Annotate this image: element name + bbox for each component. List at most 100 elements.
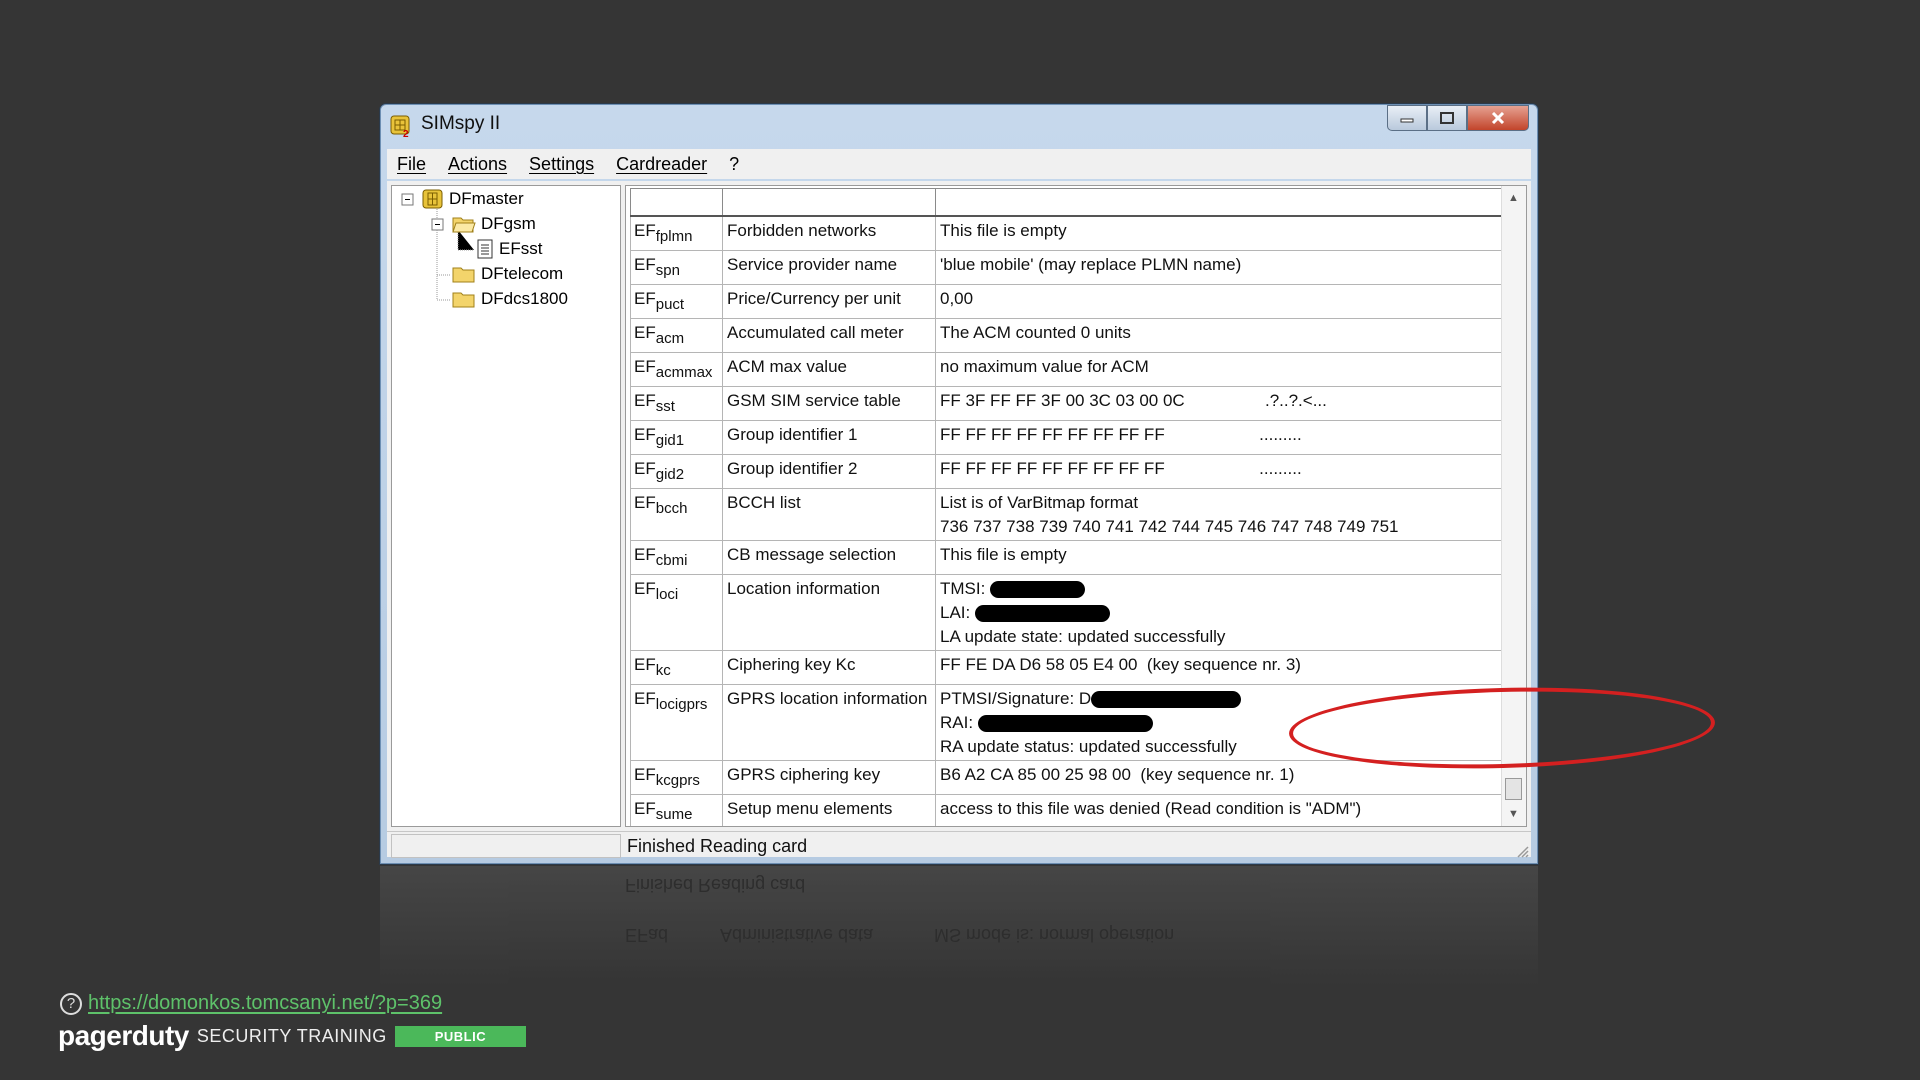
ef-name-cell: Ciphering key Kc	[722, 649, 936, 685]
table-row[interactable]: EFgid2 Group identifier 2 FF FF FF FF FF F…	[630, 453, 1502, 489]
ef-id-cell: EFlocigprs	[630, 683, 723, 761]
ef-name-cell: GPRS ciphering key	[722, 759, 936, 795]
value-line: 736 737 738 739 740 741 742 744 745 746 …	[940, 516, 1399, 536]
redaction-mark	[990, 580, 1086, 598]
chip-icon	[422, 189, 443, 209]
window-reflection: Finished Reading card EFad Administrativ…	[380, 866, 1538, 986]
reflection-row-name: Administrative data	[720, 925, 874, 945]
file-tree: DFmaster DFgsm EFsst DFtelecom DFdcs1800	[391, 185, 621, 827]
value-line: FF 3F FF FF 3F 00 3C 03 00 0C .?..?.<...	[940, 390, 1327, 410]
ef-id-cell: EFkc	[630, 649, 723, 685]
value-line: 0,00	[940, 288, 974, 308]
table-row[interactable]: EFkc Ciphering key Kc FF FE DA D6 58 05 E4…	[630, 649, 1502, 685]
svg-text:2: 2	[403, 129, 409, 138]
source-url-link[interactable]: https://domonkos.tomcsanyi.net/?p=369	[88, 992, 442, 1015]
value-line: 'blue mobile' (may replace PLMN name)	[940, 254, 1242, 274]
ef-id-cell: EFspn	[630, 249, 723, 285]
tree-node-efsst[interactable]: EFsst	[476, 239, 542, 259]
minimize-icon	[1400, 118, 1414, 123]
ef-id-cell: EFacm	[630, 317, 723, 353]
ef-name-cell: GPRS location information	[722, 683, 936, 761]
tree-node-dfmaster[interactable]: DFmaster	[422, 189, 524, 209]
ef-value-cell: FF FF FF FF FF FF FF FF FF .........	[935, 453, 1502, 489]
folder-icon	[452, 267, 475, 283]
close-icon	[1491, 112, 1505, 124]
table-row[interactable]: EFcbmi CB message selection This file is e…	[630, 539, 1502, 575]
table-header	[630, 188, 1502, 217]
value-line: FF FF FF FF FF FF FF FF FF .........	[940, 424, 1302, 444]
ef-id-cell: EFbcch	[630, 487, 723, 541]
table-row[interactable]: EFacm Accumulated call meter The ACM count…	[630, 317, 1502, 353]
status-bar: Finished Reading card	[387, 831, 1531, 860]
column-header-ef[interactable]	[630, 188, 723, 217]
resize-grip-icon[interactable]	[1515, 844, 1529, 858]
menu-cardreader[interactable]: Cardreader	[616, 154, 707, 175]
menu-actions[interactable]: Actions	[448, 154, 507, 175]
ef-name-cell: Group identifier 2	[722, 453, 936, 489]
minimize-button[interactable]	[1387, 105, 1427, 131]
ef-value-cell: The ACM counted 0 units	[935, 317, 1502, 353]
table-row[interactable]: EFsume Setup menu elements access to this …	[630, 793, 1502, 826]
pagerduty-logo: pagerduty	[58, 1020, 189, 1051]
value-line: This file is empty	[940, 544, 1067, 564]
table-row[interactable]: EFsst GSM SIM service table FF 3F FF FF 3F…	[630, 385, 1502, 421]
table-row[interactable]: EFgid1 Group identifier 1 FF FF FF FF FF F…	[630, 419, 1502, 455]
window-title: SIMspy II	[421, 113, 501, 134]
title-bar[interactable]: 2 SIMspy II	[381, 105, 1537, 147]
ef-id-cell: EFsst	[630, 385, 723, 421]
close-button[interactable]	[1467, 105, 1529, 131]
scroll-up-icon[interactable]: ▲	[1508, 192, 1519, 204]
ef-name-cell: Service provider name	[722, 249, 936, 285]
ef-id-cell: EFgid2	[630, 453, 723, 489]
redaction-mark	[977, 714, 1153, 732]
ef-name-cell: BCCH list	[722, 487, 936, 541]
table-row[interactable]: EFbcch BCCH list List is of VarBitmap form…	[630, 487, 1502, 541]
value-line: no maximum value for ACM	[940, 356, 1149, 376]
tree-node-dfgsm[interactable]: DFgsm	[452, 214, 536, 234]
ef-value-cell: This file is empty	[935, 215, 1502, 251]
scroll-thumb[interactable]	[1505, 778, 1522, 800]
ef-id-cell: EFloci	[630, 573, 723, 651]
ef-name-cell: Accumulated call meter	[722, 317, 936, 353]
value-line: LAI:	[940, 601, 1497, 625]
value-line: TMSI:	[940, 577, 1497, 601]
ef-id-cell: EFsume	[630, 793, 723, 826]
tree-node-dfdcs1800[interactable]: DFdcs1800	[452, 289, 568, 309]
value-line: FF FF FF FF FF FF FF FF FF .........	[940, 458, 1302, 478]
maximize-button[interactable]	[1427, 105, 1467, 131]
ef-name-cell: Price/Currency per unit	[722, 283, 936, 319]
table-row[interactable]: EFfplmn Forbidden networks This file is em…	[630, 215, 1502, 251]
scroll-down-icon[interactable]: ▼	[1508, 808, 1519, 820]
public-badge: PUBLIC	[394, 1025, 527, 1047]
menu-file[interactable]: File	[397, 154, 426, 175]
table-row[interactable]: EFloci Location information TMSI: LAI: LA …	[630, 573, 1502, 651]
ef-name-cell: Group identifier 1	[722, 419, 936, 455]
ef-value-cell: access to this file was denied (Read con…	[935, 793, 1502, 826]
reflection-row-value: MS mode is: normal operation	[934, 925, 1175, 945]
simspy-window: 2 SIMspy II File Actions Settings Cardre…	[380, 104, 1716, 864]
value-line: This file is empty	[940, 220, 1067, 240]
column-header-name[interactable]	[722, 188, 936, 217]
ef-id-cell: EFpuct	[630, 283, 723, 319]
menu-help[interactable]: ?	[729, 154, 739, 175]
table-row[interactable]: EFspn Service provider name'blue mobile' …	[630, 249, 1502, 285]
tree-label: EFsst	[499, 239, 543, 258]
source-link: ? https://domonkos.tomcsanyi.net/?p=369	[60, 992, 442, 1015]
status-text: Finished Reading card	[627, 836, 808, 856]
menu-bar: File Actions Settings Cardreader ?	[387, 149, 1531, 179]
table-row[interactable]: EFacmmax ACM max value no maximum value fo…	[630, 351, 1502, 387]
ef-value-cell: List is of VarBitmap format 736 737 738 7…	[935, 487, 1502, 541]
brand-footer: pagerduty SECURITY TRAINING PUBLIC	[58, 1020, 527, 1052]
redaction-mark	[974, 604, 1110, 622]
value-line: FF FE DA D6 58 05 E4 00 (key sequence nr…	[940, 654, 1301, 674]
ef-id-cell: EFcbmi	[630, 539, 723, 575]
table-row[interactable]: EFkcgprs GPRS ciphering key B6 A2 CA 85 00…	[630, 759, 1502, 795]
ef-value-cell: This file is empty	[935, 539, 1502, 575]
ef-name-cell: CB message selection	[722, 539, 936, 575]
table-row[interactable]: EFpuct Price/Currency per unit 0,00	[630, 283, 1502, 319]
tree-node-dftelecom[interactable]: DFtelecom	[452, 264, 563, 284]
column-header-value[interactable]	[935, 188, 1502, 217]
menu-settings[interactable]: Settings	[529, 154, 594, 175]
question-icon: ?	[60, 992, 82, 1015]
ef-name-cell: Location information	[722, 573, 936, 651]
